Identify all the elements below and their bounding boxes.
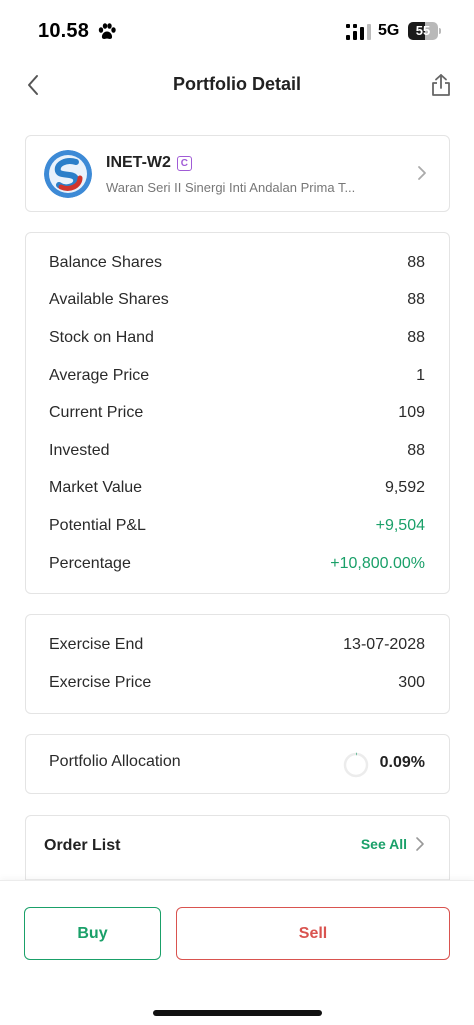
sell-button[interactable]: Sell xyxy=(176,907,450,960)
paw-icon xyxy=(98,23,116,39)
buy-button[interactable]: Buy xyxy=(24,907,161,960)
detail-row-invested: Invested 88 xyxy=(49,439,425,463)
detail-row-market-value: Market Value 9,592 xyxy=(49,476,425,500)
detail-value: 1 xyxy=(416,367,425,384)
chevron-right-icon xyxy=(416,837,424,851)
exercise-label: Exercise End xyxy=(49,636,144,653)
detail-value: +9,504 xyxy=(375,517,425,534)
stock-code: INET-W2 xyxy=(106,154,171,171)
home-indicator xyxy=(153,1010,322,1016)
network-label: 5G xyxy=(378,22,400,39)
nav-bar: Portfolio Detail xyxy=(0,60,474,110)
detail-value: 109 xyxy=(398,404,425,421)
detail-label: Available Shares xyxy=(49,291,169,308)
order-list-title: Order List xyxy=(44,837,121,854)
detail-label: Invested xyxy=(49,442,110,459)
detail-value: 88 xyxy=(407,291,425,308)
stock-logo xyxy=(44,150,92,198)
portfolio-detail-card: Balance Shares 88 Available Shares 88 St… xyxy=(25,232,450,594)
stock-code-row: INET-W2 C xyxy=(106,154,192,172)
exercise-label: Exercise Price xyxy=(49,674,152,691)
page-title: Portfolio Detail xyxy=(172,74,301,94)
stock-badge: C xyxy=(176,155,192,171)
battery-level: 55 xyxy=(415,23,431,38)
detail-row-balance-shares: Balance Shares 88 xyxy=(49,251,425,275)
detail-row-available-shares: Available Shares 88 xyxy=(49,288,425,312)
see-all-link[interactable]: See All xyxy=(361,836,425,852)
see-all-label: See All xyxy=(360,836,407,852)
exercise-card: Exercise End 13-07-2028 Exercise Price 3… xyxy=(25,614,450,714)
detail-row-percentage: Percentage +10,800.00% xyxy=(49,552,425,576)
detail-label: Balance Shares xyxy=(49,254,162,271)
detail-value: 9,592 xyxy=(384,479,425,496)
share-icon xyxy=(432,74,450,96)
detail-value: 88 xyxy=(407,329,425,346)
chevron-right-icon xyxy=(418,166,426,180)
battery-icon: 55 xyxy=(408,22,442,40)
detail-value: +10,800.00% xyxy=(330,555,425,572)
share-button[interactable] xyxy=(428,70,454,100)
detail-value: 88 xyxy=(407,254,425,271)
portfolio-allocation-card: Portfolio Allocation 0.09% xyxy=(25,734,450,794)
detail-label: Stock on Hand xyxy=(49,329,154,346)
detail-row-average-price: Average Price 1 xyxy=(49,364,425,388)
detail-label: Average Price xyxy=(49,367,150,384)
status-bar: 10.58 5G 55 xyxy=(0,0,474,60)
exercise-value: 300 xyxy=(398,674,425,691)
detail-label: Percentage xyxy=(49,555,131,572)
allocation-label: Portfolio Allocation xyxy=(49,753,181,770)
allocation-value: 0.09% xyxy=(379,754,425,771)
exercise-row-price: Exercise Price 300 xyxy=(49,671,425,695)
stock-card[interactable]: INET-W2 C Waran Seri II Sinergi Inti And… xyxy=(25,135,450,212)
stock-name: Waran Seri II Sinergi Inti Andalan Prima… xyxy=(106,180,356,195)
exercise-row-end: Exercise End 13-07-2028 xyxy=(49,633,425,657)
status-time: 10.58 xyxy=(38,20,90,42)
detail-label: Current Price xyxy=(49,404,144,421)
detail-row-potential-pl: Potential P&L +9,504 xyxy=(49,514,425,538)
detail-row-stock-on-hand: Stock on Hand 88 xyxy=(49,326,425,350)
detail-row-current-price: Current Price 109 xyxy=(49,401,425,425)
allocation-ring-icon xyxy=(343,752,369,778)
exercise-value: 13-07-2028 xyxy=(343,636,425,653)
detail-value: 88 xyxy=(407,442,425,459)
signal-icon xyxy=(346,24,371,40)
detail-label: Market Value xyxy=(49,479,143,496)
bottom-action-bar: Buy Sell xyxy=(0,880,474,1025)
detail-label: Potential P&L xyxy=(49,517,146,534)
